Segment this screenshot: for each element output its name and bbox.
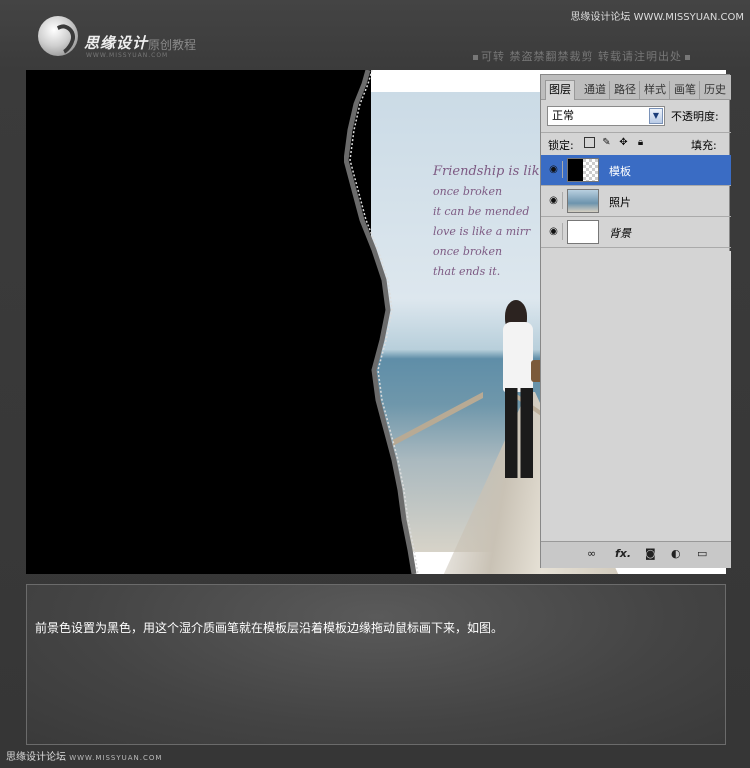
- layer-row-background[interactable]: ◉ 背景: [541, 217, 731, 248]
- layer-row-template[interactable]: ◉ 模板: [541, 155, 731, 186]
- layer-name: 照片: [609, 196, 631, 209]
- fill-label: 填充:: [691, 139, 717, 152]
- layer-name: 背景: [609, 227, 631, 240]
- poem-line: Friendship is like: [433, 164, 548, 179]
- lock-row: 锁定: ✎ ✥ 🔒︎ 填充:: [541, 132, 731, 156]
- layer-row-photo[interactable]: ◉ 照片: [541, 186, 731, 217]
- tab-paths[interactable]: 路径: [611, 81, 640, 99]
- torn-edge: [344, 70, 419, 574]
- move-icon[interactable]: ✥: [618, 137, 629, 148]
- logo-name: 思缘设计: [84, 34, 149, 52]
- brush-icon[interactable]: ✎: [601, 137, 612, 148]
- copyright-notice: 可转 禁盗禁翻禁裁剪 转载请注明出处: [470, 48, 693, 64]
- tab-brushes[interactable]: 画笔: [671, 81, 700, 99]
- blend-mode-value: 正常: [552, 109, 574, 122]
- panel-footer: ∞ fx. ◙ ◐ ▭: [541, 541, 731, 568]
- lock-label: 锁定:: [548, 139, 574, 152]
- poem-line: love is like a mirr: [433, 225, 531, 238]
- layer-name: 模板: [609, 165, 631, 178]
- tab-channels[interactable]: 通道: [581, 81, 610, 99]
- tab-layers[interactable]: 图层: [545, 80, 575, 100]
- fx-icon[interactable]: fx.: [615, 547, 631, 560]
- lock-icon[interactable]: 🔒︎: [635, 137, 646, 148]
- layer-thumbnail: [567, 220, 599, 244]
- notice-text: 可转 禁盗禁翻禁裁剪 转载请注明出处: [481, 50, 682, 63]
- adjustment-icon[interactable]: ◐: [671, 547, 681, 560]
- layer-thumbnail: [567, 189, 599, 213]
- logo-emblem-icon: [38, 16, 78, 56]
- bullet-icon: [685, 54, 690, 60]
- lock-transparency-icon[interactable]: [584, 137, 595, 148]
- caption-text: 前景色设置为黑色，用这个湿介质画笔就在模板层沿着模板边缘拖动鼠标画下来，如图。: [35, 621, 504, 635]
- layer-list: ◉ 模板 ◉ 照片 ◉ 背景: [541, 155, 731, 249]
- top-watermark: 思缘设计论坛 WWW.MISSYUAN.COM: [570, 12, 744, 23]
- poem-line: it can be mended: [433, 205, 530, 218]
- poem-line: that ends it.: [433, 265, 501, 278]
- bullet-icon: [473, 54, 478, 60]
- logo-url: WWW.MISSYUAN.COM: [86, 52, 169, 59]
- poem-line: once broken: [433, 185, 503, 198]
- girl-legs: [505, 388, 533, 478]
- caption-box: 前景色设置为黑色，用这个湿介质画笔就在模板层沿着模板边缘拖动鼠标画下来，如图。: [26, 584, 726, 745]
- panel-tabs: 图层 通道 路径 样式 画笔 历史: [541, 75, 731, 100]
- layers-panel: 图层 通道 路径 样式 画笔 历史 正常 ▼ 不透明度: 锁定: ✎ ✥ 🔒︎ …: [540, 74, 731, 568]
- link-icon[interactable]: ∞: [587, 547, 596, 560]
- poem-line: once broken: [433, 245, 503, 258]
- tab-history[interactable]: 历史: [701, 81, 729, 99]
- poem-text: Friendship is like once broken it can be…: [433, 162, 547, 282]
- layer-list-empty-area: [541, 251, 731, 541]
- page: 思缘设计 原创教程 WWW.MISSYUAN.COM 思缘设计论坛 WWW.MI…: [0, 0, 750, 768]
- eye-icon[interactable]: ◉: [545, 192, 563, 209]
- opacity-label: 不透明度:: [671, 110, 719, 123]
- tab-styles[interactable]: 样式: [641, 81, 670, 99]
- chevron-down-icon[interactable]: ▼: [649, 108, 663, 124]
- eye-icon[interactable]: ◉: [545, 161, 563, 178]
- bottom-watermark-text: 思缘设计论坛: [6, 752, 66, 763]
- eye-icon[interactable]: ◉: [545, 223, 563, 240]
- folder-icon[interactable]: ▭: [697, 547, 707, 560]
- site-logo[interactable]: 思缘设计 原创教程 WWW.MISSYUAN.COM: [38, 14, 258, 64]
- bottom-watermark: 思缘设计论坛 WWW.MISSYUAN.COM: [6, 748, 162, 763]
- layer-thumbnail: [567, 158, 599, 182]
- blend-mode-select[interactable]: 正常 ▼: [547, 106, 665, 126]
- girl-shirt: [503, 322, 533, 392]
- mask-icon[interactable]: ◙: [645, 547, 656, 560]
- bottom-watermark-url: WWW.MISSYUAN.COM: [69, 754, 163, 762]
- logo-subtitle: 原创教程: [148, 38, 197, 52]
